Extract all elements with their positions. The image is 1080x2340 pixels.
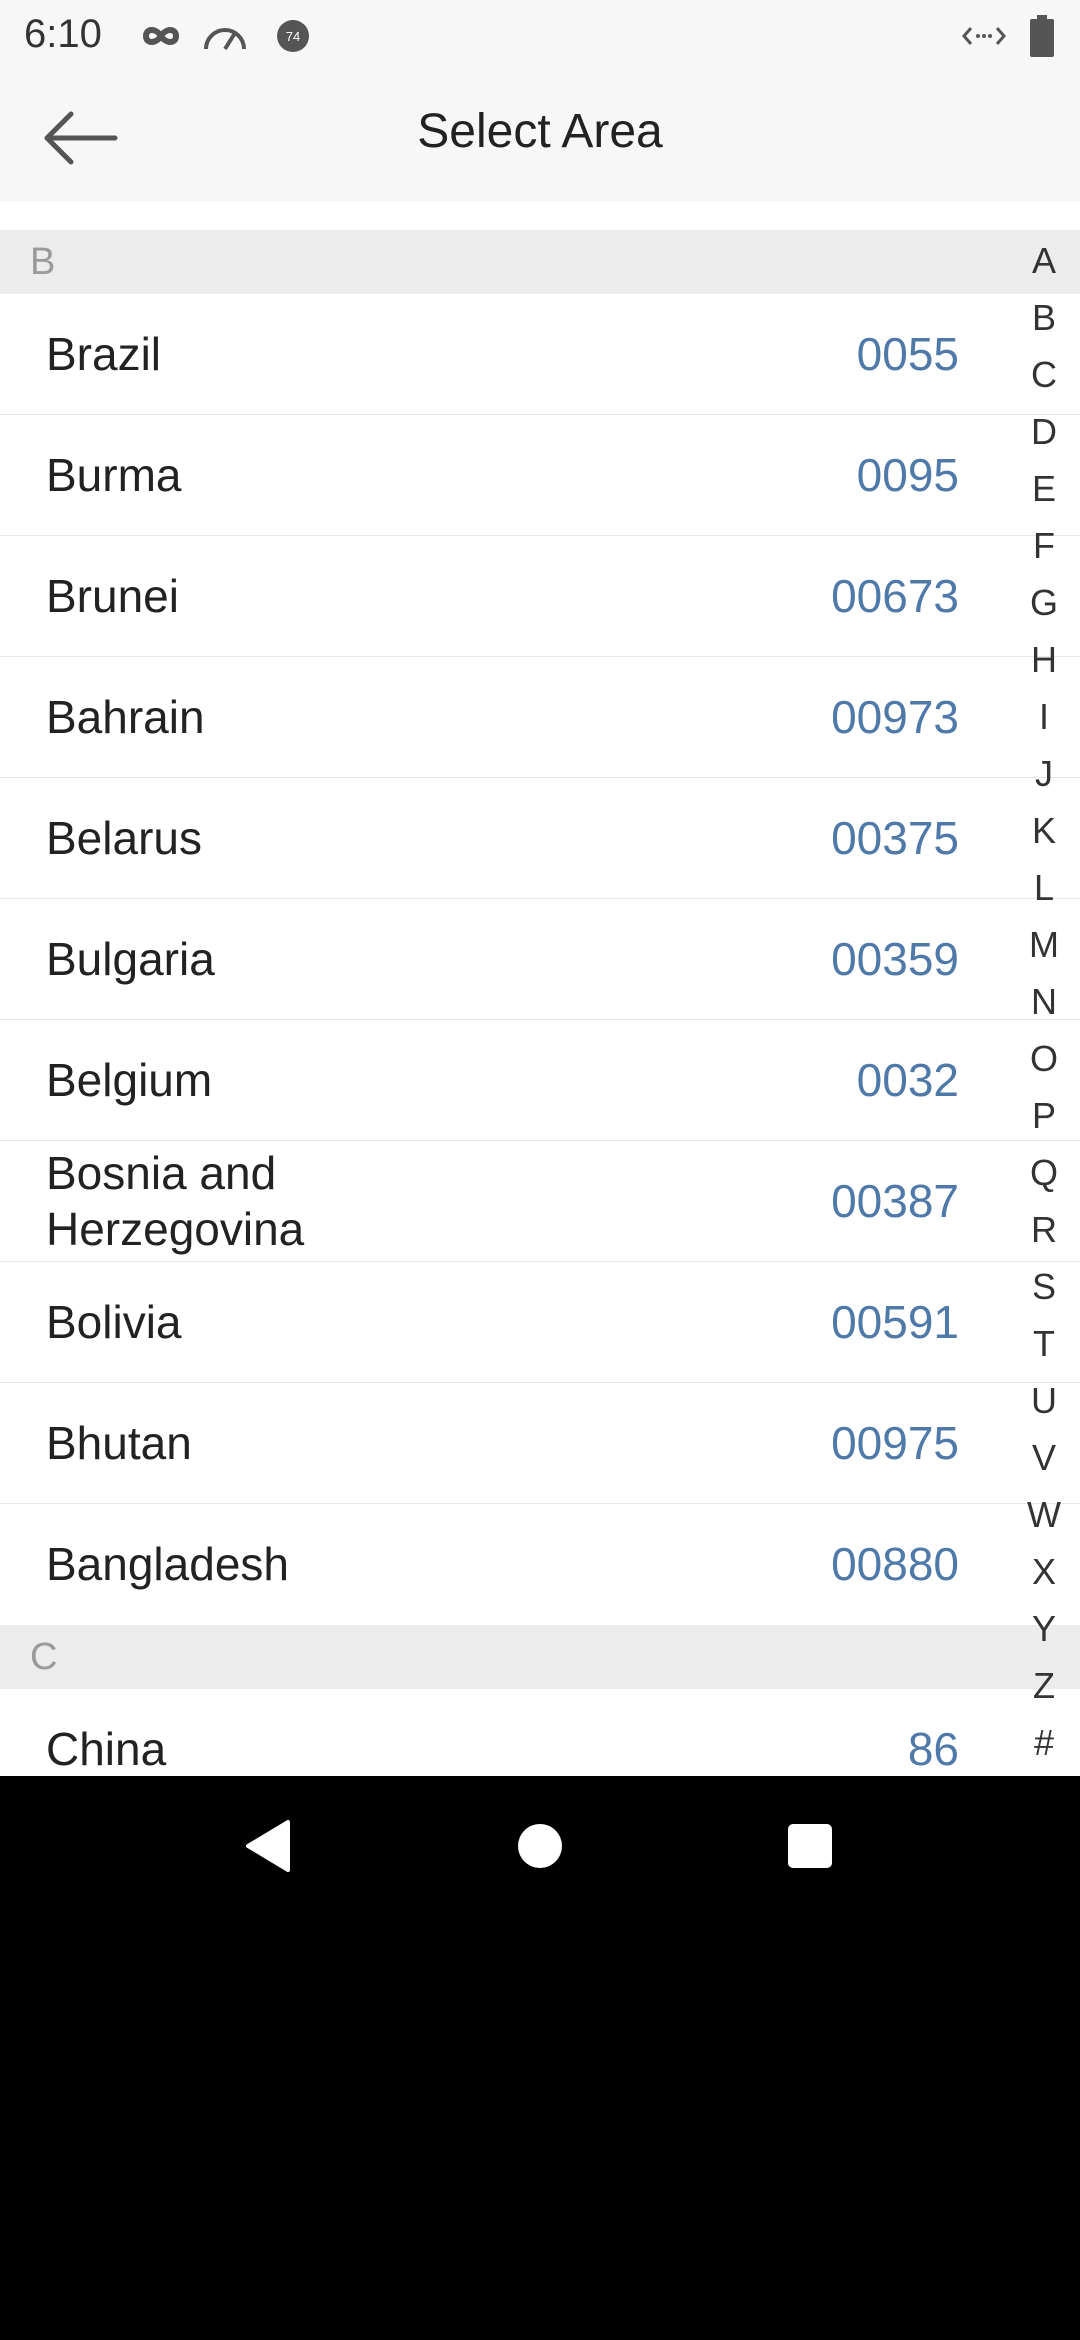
list-item[interactable]: China 86	[0, 1689, 1080, 1776]
list-item[interactable]: Belgium 0032	[0, 1020, 1080, 1141]
area-name: Belarus	[46, 812, 202, 864]
list-item[interactable]: Brazil 0055	[0, 294, 1080, 415]
area-list[interactable]: B Brazil 0055 Burma 0095 Brunei 00673 Bahra…	[0, 230, 1080, 1776]
section-header: C	[0, 1625, 1080, 1689]
nav-recents-button[interactable]	[770, 1806, 850, 1886]
index-letter[interactable]: Y	[1008, 1600, 1080, 1657]
app-screen: 6:10 74 Select Area B Brazil 0055 Burma 00…	[0, 0, 1080, 1776]
index-letter[interactable]: R	[1008, 1201, 1080, 1258]
area-name: Brazil	[46, 328, 162, 380]
index-letter[interactable]: F	[1008, 517, 1080, 574]
index-letter[interactable]: U	[1008, 1372, 1080, 1429]
index-letter[interactable]: C	[1008, 346, 1080, 403]
nav-home-button[interactable]	[500, 1806, 580, 1886]
index-letter[interactable]: Z	[1008, 1657, 1080, 1714]
triangle-back-icon	[246, 1820, 290, 1872]
area-name: Belgium	[46, 1054, 213, 1106]
section-c: C China 86	[0, 1625, 1080, 1776]
square-recents-icon	[788, 1824, 832, 1868]
status-time: 6:10	[24, 12, 102, 56]
index-letter[interactable]: P	[1008, 1087, 1080, 1144]
index-letter[interactable]: D	[1008, 403, 1080, 460]
index-letter[interactable]: T	[1008, 1315, 1080, 1372]
area-name: Bosnia and Herzegovina	[46, 1147, 305, 1255]
index-letter[interactable]: Q	[1008, 1144, 1080, 1201]
index-letter[interactable]: A	[1008, 232, 1080, 289]
index-letter[interactable]: G	[1008, 574, 1080, 631]
index-letter[interactable]: V	[1008, 1429, 1080, 1486]
page-title: Select Area	[417, 105, 663, 158]
area-name: Bolivia	[46, 1296, 182, 1348]
area-name: Bhutan	[46, 1417, 192, 1469]
area-code: 0095	[856, 449, 959, 501]
section-b: B Brazil 0055 Burma 0095 Brunei 00673 Bahra…	[0, 230, 1080, 1625]
notification-badge-icon: 74	[276, 16, 310, 56]
index-letter[interactable]: I	[1008, 688, 1080, 745]
battery-icon	[1028, 15, 1056, 57]
header-divider	[0, 202, 1080, 230]
area-code: 00975	[831, 1417, 959, 1469]
area-code: 86	[907, 1723, 959, 1775]
area-code: 00375	[831, 812, 959, 864]
area-code: 00591	[831, 1296, 959, 1348]
area-name: China	[46, 1723, 167, 1775]
system-nav-bar	[0, 1776, 1080, 1918]
area-code: 0032	[856, 1054, 959, 1106]
list-item[interactable]: Bulgaria 00359	[0, 899, 1080, 1020]
area-name: Bahrain	[46, 691, 205, 743]
area-name: Bangladesh	[46, 1538, 289, 1590]
svg-text:74: 74	[286, 29, 300, 44]
index-letter[interactable]: S	[1008, 1258, 1080, 1315]
area-name: Bulgaria	[46, 933, 215, 985]
network-code-icon	[962, 16, 1006, 56]
list-item[interactable]: Bahrain 00973	[0, 657, 1080, 778]
index-letter[interactable]: #	[1008, 1714, 1080, 1771]
index-letter[interactable]: N	[1008, 973, 1080, 1030]
status-bar: 6:10 74	[0, 0, 1080, 72]
index-letter[interactable]: E	[1008, 460, 1080, 517]
index-letter[interactable]: H	[1008, 631, 1080, 688]
index-letter[interactable]: L	[1008, 859, 1080, 916]
section-header: B	[0, 230, 1080, 294]
area-code: 00973	[831, 691, 959, 743]
list-item[interactable]: Bhutan 00975	[0, 1383, 1080, 1504]
area-name: Brunei	[46, 570, 179, 622]
list-item[interactable]: Burma 0095	[0, 415, 1080, 536]
area-code: 00673	[831, 570, 959, 622]
alphabet-index-bar[interactable]: A B C D E F G H I J K L M N O P Q R S T …	[1008, 232, 1080, 1772]
infinity-icon	[140, 16, 182, 56]
index-letter[interactable]: B	[1008, 289, 1080, 346]
speedometer-icon	[202, 16, 248, 56]
list-item[interactable]: Belarus 00375	[0, 778, 1080, 899]
app-header: Select Area	[0, 72, 1080, 202]
list-item[interactable]: Bosnia and Herzegovina 00387	[0, 1141, 1080, 1262]
circle-home-icon	[518, 1824, 562, 1868]
index-letter[interactable]: J	[1008, 745, 1080, 802]
area-code: 00387	[831, 1175, 959, 1227]
area-code: 00359	[831, 933, 959, 985]
index-letter[interactable]: W	[1008, 1486, 1080, 1543]
index-letter[interactable]: K	[1008, 802, 1080, 859]
area-code: 00880	[831, 1538, 959, 1590]
list-item[interactable]: Bolivia 00591	[0, 1262, 1080, 1383]
list-item[interactable]: Bangladesh 00880	[0, 1504, 1080, 1625]
index-letter[interactable]: O	[1008, 1030, 1080, 1087]
index-letter[interactable]: X	[1008, 1543, 1080, 1600]
nav-back-button[interactable]	[228, 1806, 308, 1886]
list-item[interactable]: Brunei 00673	[0, 536, 1080, 657]
area-name: Burma	[46, 449, 182, 501]
area-code: 0055	[856, 328, 959, 380]
index-letter[interactable]: M	[1008, 916, 1080, 973]
